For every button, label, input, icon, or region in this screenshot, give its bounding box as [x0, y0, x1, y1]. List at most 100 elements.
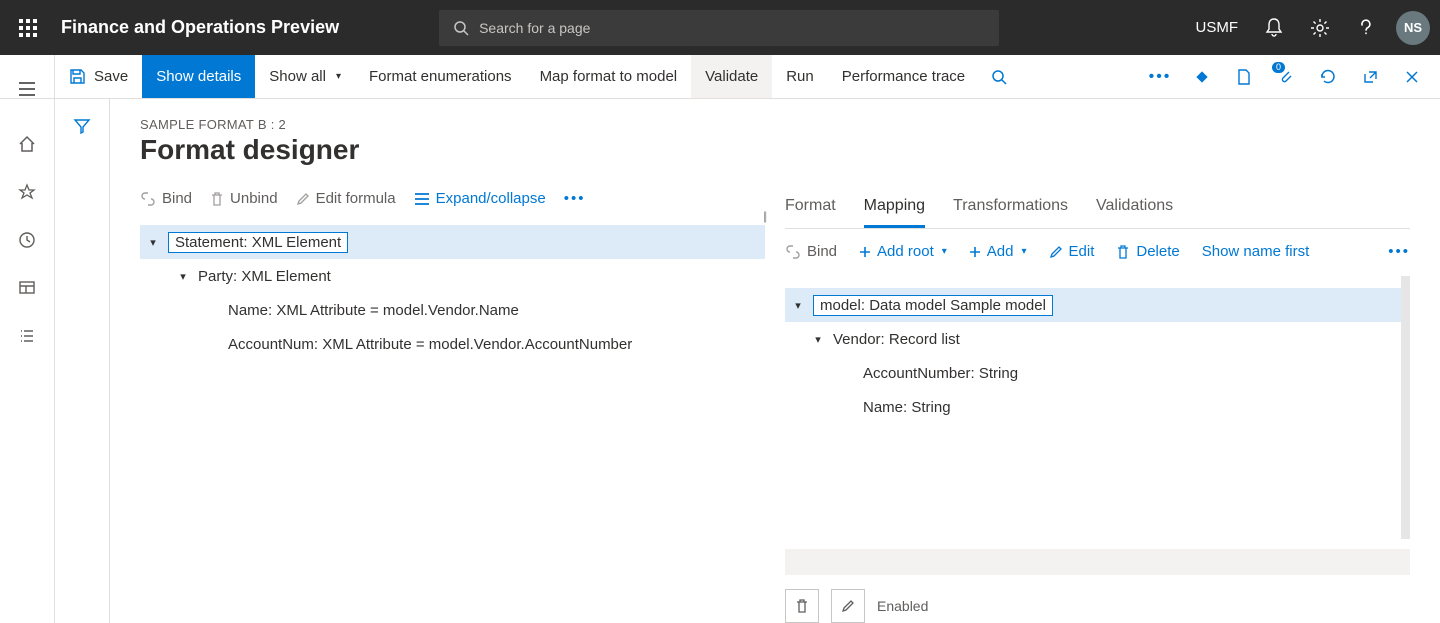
refresh-button[interactable]	[1308, 55, 1348, 99]
search-icon	[453, 20, 469, 36]
right-tabs: Format Mapping Transformations Validatio…	[785, 197, 1410, 229]
enabled-field-label: Enabled	[877, 598, 928, 614]
format-tree: Statement: XML Element Party: XML Elemen…	[140, 225, 765, 361]
show-name-first-button[interactable]: Show name first	[1202, 243, 1310, 260]
mapping-tree-area: model: Data model Sample model Vendor: R…	[785, 276, 1410, 539]
expand-icon[interactable]	[176, 270, 190, 283]
mapping-tree: model: Data model Sample model Vendor: R…	[785, 288, 1401, 424]
office-addin-button[interactable]	[1182, 55, 1222, 99]
validate-button[interactable]: Validate	[691, 55, 772, 98]
notifications-button[interactable]	[1254, 0, 1294, 55]
expand-icon[interactable]	[146, 236, 160, 249]
tree-node-accountnum[interactable]: AccountNum: XML Attribute = model.Vendor…	[140, 327, 765, 361]
action-bar-right: ••• 0	[1140, 55, 1440, 98]
mapping-node-model[interactable]: model: Data model Sample model	[785, 288, 1401, 322]
ellipsis-icon: •••	[1388, 243, 1410, 260]
tree-node-party[interactable]: Party: XML Element	[140, 259, 765, 293]
performance-trace-button[interactable]: Performance trace	[828, 55, 979, 98]
recent-button[interactable]	[0, 225, 55, 255]
edit-formula-button[interactable]: Edit formula	[296, 190, 396, 207]
main-content: SAMPLE FORMAT B : 2 Format designer Bind…	[110, 99, 1440, 623]
left-toolbar-more-button[interactable]: •••	[564, 190, 586, 207]
add-button[interactable]: Add ▾	[969, 243, 1027, 260]
popout-icon	[1362, 69, 1378, 85]
tab-validations[interactable]: Validations	[1096, 197, 1173, 228]
unbind-button[interactable]: Unbind	[210, 190, 278, 207]
link-icon	[140, 192, 156, 206]
company-selector[interactable]: USMF	[1186, 19, 1249, 36]
user-avatar[interactable]: NS	[1396, 11, 1430, 45]
map-format-to-model-button[interactable]: Map format to model	[526, 55, 692, 98]
add-root-button[interactable]: Add root ▾	[859, 243, 947, 260]
run-button[interactable]: Run	[772, 55, 828, 98]
chevron-down-icon: ▾	[1021, 246, 1026, 257]
tree-node-label: model: Data model Sample model	[813, 295, 1053, 316]
mapping-toolbar: Bind Add root ▾ Add ▾ Edit Delete Show	[785, 243, 1410, 260]
mapping-bind-button[interactable]: Bind	[785, 243, 837, 260]
popout-button[interactable]	[1350, 55, 1390, 99]
hamburger-icon	[18, 82, 36, 96]
edit-button[interactable]: Edit	[1049, 243, 1095, 260]
workspaces-button[interactable]	[0, 273, 55, 303]
tree-node-name[interactable]: Name: XML Attribute = model.Vendor.Name	[140, 293, 765, 327]
tree-node-label: AccountNumber: String	[863, 365, 1018, 382]
nav-collapse-button[interactable]	[0, 67, 55, 111]
document-icon	[1235, 68, 1253, 86]
bind-button[interactable]: Bind	[140, 190, 192, 207]
expand-icon[interactable]	[811, 333, 825, 346]
top-actions: USMF NS	[1186, 0, 1431, 55]
left-rail	[0, 55, 55, 623]
modules-button[interactable]	[0, 321, 55, 351]
tab-transformations[interactable]: Transformations	[953, 197, 1068, 228]
save-button[interactable]: Save	[55, 55, 142, 98]
expand-icon[interactable]	[791, 299, 805, 312]
action-search-button[interactable]	[979, 55, 1019, 99]
filter-button[interactable]	[73, 117, 91, 623]
chevron-down-icon: ▾	[336, 71, 341, 82]
mapping-node-accountnumber[interactable]: AccountNumber: String	[785, 356, 1401, 390]
mapping-node-vendor[interactable]: Vendor: Record list	[785, 322, 1401, 356]
tree-node-label: Statement: XML Element	[168, 232, 348, 253]
expand-collapse-button[interactable]: Expand/collapse	[414, 190, 546, 207]
attachments-badge: 0	[1272, 62, 1285, 73]
page-title: Format designer	[140, 134, 765, 166]
show-details-button[interactable]: Show details	[142, 55, 255, 98]
mapping-more-button[interactable]: •••	[1388, 243, 1410, 260]
bell-icon	[1265, 18, 1283, 38]
show-all-button[interactable]: Show all ▾	[255, 55, 355, 98]
tree-node-label: Name: XML Attribute = model.Vendor.Name	[228, 302, 519, 319]
format-enumerations-button[interactable]: Format enumerations	[355, 55, 526, 98]
delete-button[interactable]: Delete	[1116, 243, 1179, 260]
app-launcher-button[interactable]	[0, 0, 55, 55]
action-bar: Save Show details Show all ▾ Format enum…	[0, 55, 1440, 99]
breadcrumb: SAMPLE FORMAT B : 2	[140, 117, 765, 132]
close-button[interactable]	[1392, 55, 1432, 99]
refresh-icon	[1319, 68, 1337, 86]
settings-button[interactable]	[1300, 0, 1340, 55]
plus-icon	[969, 246, 981, 258]
search-icon	[991, 69, 1007, 85]
clock-icon	[18, 231, 36, 249]
tree-node-statement[interactable]: Statement: XML Element	[140, 225, 765, 259]
tree-node-label: Vendor: Record list	[833, 331, 960, 348]
open-in-office-button[interactable]	[1224, 55, 1264, 99]
bottom-actions: Enabled	[785, 589, 1410, 623]
pane-splitter[interactable]: ||	[763, 209, 773, 229]
favorites-button[interactable]	[0, 177, 55, 207]
more-actions-button[interactable]: •••	[1140, 55, 1180, 99]
help-button[interactable]	[1346, 0, 1386, 55]
help-icon	[1357, 19, 1375, 37]
mapping-node-name[interactable]: Name: String	[785, 390, 1401, 424]
funnel-icon	[73, 117, 91, 135]
attachments-button[interactable]: 0	[1266, 55, 1306, 99]
list-tree-icon	[414, 193, 430, 205]
close-icon	[1405, 70, 1419, 84]
tab-format[interactable]: Format	[785, 197, 836, 228]
app-title: Finance and Operations Preview	[61, 17, 339, 38]
bottom-delete-button[interactable]	[785, 589, 819, 623]
home-button[interactable]	[0, 129, 55, 159]
global-search-input[interactable]: Search for a page	[439, 10, 999, 46]
bottom-edit-button[interactable]	[831, 589, 865, 623]
tab-mapping[interactable]: Mapping	[864, 197, 925, 228]
tree-node-label: Name: String	[863, 399, 951, 416]
